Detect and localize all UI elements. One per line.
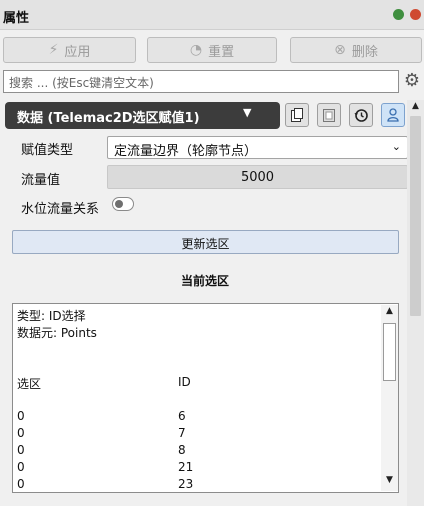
flow-value: 5000 [240, 170, 275, 185]
toggle-knob [115, 200, 123, 208]
history-button[interactable] [349, 103, 373, 127]
assign-type-value: 定流量边界（轮廓节点） [114, 144, 258, 159]
panel-scroll-thumb[interactable] [410, 116, 421, 316]
stage-flow-label: 水位流量关系 [21, 202, 100, 217]
copy-button[interactable] [285, 103, 309, 127]
copy-icon [291, 108, 303, 122]
user-icon [387, 108, 399, 122]
float-dot-icon[interactable] [393, 9, 404, 20]
chevron-down-icon: ⌄ [391, 140, 401, 153]
close-dot-icon[interactable] [410, 9, 421, 20]
update-selection-button[interactable]: 更新选区 [12, 230, 399, 254]
row-selection: 0 [17, 409, 25, 423]
remove-circle-icon: ⊗ [334, 42, 346, 58]
col-id-header: ID [178, 375, 191, 389]
panel-scrollbar[interactable]: ▲ [407, 100, 424, 506]
search-input[interactable]: 搜索 ... (按Esc键清空文本) [3, 70, 399, 93]
row-selection: 0 [17, 443, 25, 457]
row-selection: 0 [17, 460, 25, 474]
assign-type-select[interactable]: 定流量边界（轮廓节点） ⌄ [107, 136, 408, 159]
panel-titlebar: 属性 [0, 0, 424, 30]
row-id: 6 [178, 409, 186, 423]
gear-icon[interactable]: ⚙ [402, 70, 422, 92]
search-placeholder: 搜索 ... (按Esc键清空文本) [9, 76, 154, 90]
chevron-down-icon: ▼ [243, 106, 252, 119]
apply-label: 应用 [64, 44, 91, 60]
scroll-down-icon[interactable]: ▼ [381, 475, 398, 490]
paste-button[interactable] [317, 103, 341, 127]
lightning-icon: ⚡ [48, 42, 59, 58]
type-line: 类型: ID选择 [17, 309, 86, 323]
section-header-dropdown[interactable]: 数据 (Telemac2D选区赋值1) ▼ [5, 102, 280, 129]
stage-flow-toggle[interactable] [112, 197, 134, 211]
row-id: 8 [178, 443, 186, 457]
current-selection-title: 当前选区 [180, 274, 229, 288]
assign-type-label: 赋值类型 [21, 143, 74, 158]
panel-title: 属性 [3, 11, 30, 26]
scroll-thumb[interactable] [383, 323, 396, 381]
col-selection-header: 选区 [17, 377, 42, 391]
flow-label: 流量值 [21, 173, 61, 188]
reset-button[interactable]: ◔ 重置 [147, 37, 277, 63]
selection-info-textarea[interactable]: 类型: ID选择 数据元: Points 选区 ID 0 6 0 7 0 8 0… [12, 303, 399, 493]
element-line: 数据元: Points [17, 326, 97, 340]
row-selection: 0 [17, 426, 25, 440]
delete-button[interactable]: ⊗ 删除 [290, 37, 422, 63]
row-selection: 0 [17, 477, 25, 491]
scroll-up-icon[interactable]: ▲ [381, 306, 398, 321]
update-selection-label: 更新选区 [181, 237, 230, 251]
delete-label: 删除 [351, 44, 378, 60]
paste-icon [323, 109, 335, 122]
row-id: 23 [178, 477, 194, 491]
gauge-icon: ◔ [189, 42, 203, 58]
textarea-scrollbar[interactable]: ▲ ▼ [381, 305, 398, 491]
history-icon [354, 109, 368, 122]
row-id: 7 [178, 426, 186, 440]
scroll-up-icon[interactable]: ▲ [407, 101, 424, 115]
flow-value-input[interactable]: 5000 [107, 165, 408, 189]
apply-button[interactable]: ⚡ 应用 [3, 37, 136, 63]
row-id: 21 [178, 460, 194, 474]
user-button[interactable] [381, 103, 405, 127]
reset-label: 重置 [208, 44, 235, 60]
section-title: 数据 (Telemac2D选区赋值1) [17, 111, 200, 126]
